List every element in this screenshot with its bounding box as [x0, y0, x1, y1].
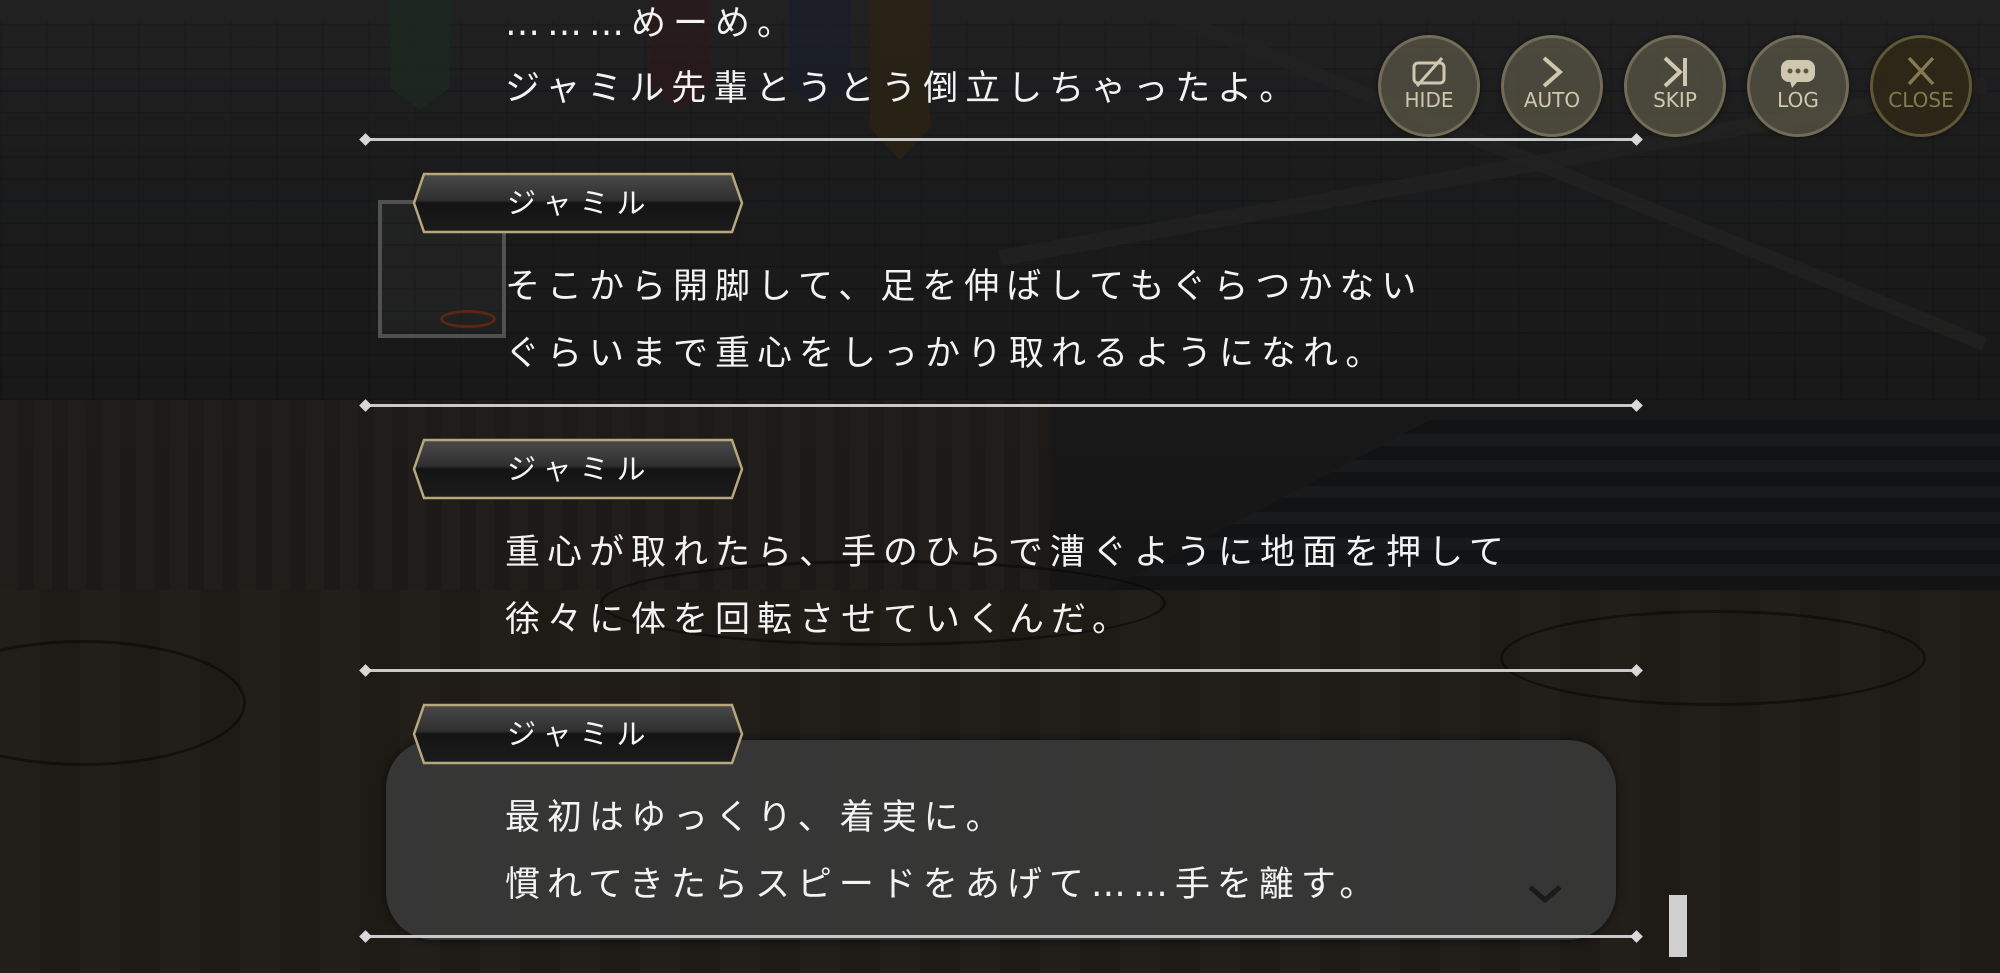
close-label: CLOSE — [1888, 88, 1954, 112]
log-label: LOG — [1777, 88, 1819, 112]
log-line: ………めーめ。 — [505, 4, 800, 44]
speaker-name-plate: ジャミル — [412, 172, 744, 234]
close-button[interactable]: CLOSE — [1870, 35, 1972, 137]
log-button[interactable]: LOG — [1747, 35, 1849, 137]
speaker-name-plate: ジャミル — [412, 438, 744, 500]
entry-separator — [365, 669, 1637, 672]
log-line: ぐらいまで重心をしっかり取れるようになれ。 — [505, 334, 1388, 374]
log-line: 最初はゆっくり、着実に。 — [505, 798, 1008, 838]
hide-label: HIDE — [1404, 88, 1454, 112]
log-line: 慣れてきたらスピードをあげて……手を離す。 — [505, 865, 1382, 905]
play-arrow-icon — [1542, 56, 1564, 88]
log-line: 徐々に体を回転させていくんだ。 — [505, 600, 1134, 640]
entry-separator — [365, 404, 1637, 407]
log-line: 重心が取れたら、手のひらで漕ぐように地面を押して — [505, 533, 1511, 573]
skip-forward-icon — [1663, 56, 1687, 88]
entry-separator — [365, 138, 1637, 141]
log-line: そこから開脚して、足を伸ばしてもぐらつかない — [505, 267, 1424, 307]
skip-label: SKIP — [1653, 88, 1697, 112]
speaker-name: ジャミル — [507, 452, 654, 486]
eye-slash-icon — [1412, 57, 1446, 87]
auto-label: AUTO — [1523, 88, 1581, 112]
speaker-name: ジャミル — [507, 717, 654, 751]
speaker-name-plate: ジャミル — [412, 703, 744, 765]
chevron-down-icon[interactable] — [1527, 884, 1563, 904]
log-line: ジャミル先輩とうとう倒立しちゃったよ。 — [505, 69, 1302, 109]
hide-button[interactable]: HIDE — [1378, 35, 1480, 137]
entry-separator — [365, 935, 1637, 938]
chat-bubble-icon — [1781, 60, 1815, 88]
auto-button[interactable]: AUTO — [1501, 35, 1603, 137]
skip-button[interactable]: SKIP — [1624, 35, 1726, 137]
log-scrollbar[interactable] — [1669, 895, 1687, 957]
speaker-name: ジャミル — [507, 186, 654, 220]
close-icon — [1907, 56, 1935, 86]
